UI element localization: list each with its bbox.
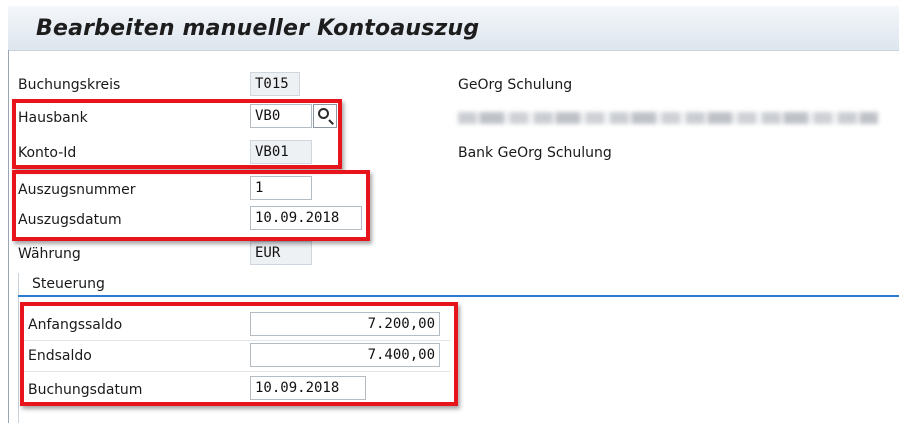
section-steuerung-label: Steuerung <box>32 276 105 292</box>
label-buchungskreis: Buchungskreis <box>18 77 121 93</box>
buchungskreis-text: GeOrg Schulung <box>458 77 573 93</box>
title-bar: Bearbeiten manueller Kontoauszug <box>8 6 899 51</box>
highlight-box <box>12 170 370 241</box>
label-waehrung: Währung <box>18 246 81 262</box>
page-title: Bearbeiten manueller Kontoauszug <box>36 16 480 41</box>
blurred-text <box>458 112 878 124</box>
section-header: Steuerung <box>18 275 899 297</box>
highlight-box <box>12 99 342 169</box>
konto-id-text: Bank GeOrg Schulung <box>458 145 612 161</box>
buchungskreis-field[interactable]: T015 <box>250 72 300 96</box>
left-border <box>8 50 9 423</box>
highlight-box <box>20 302 458 406</box>
waehrung-field[interactable]: EUR <box>250 241 312 265</box>
